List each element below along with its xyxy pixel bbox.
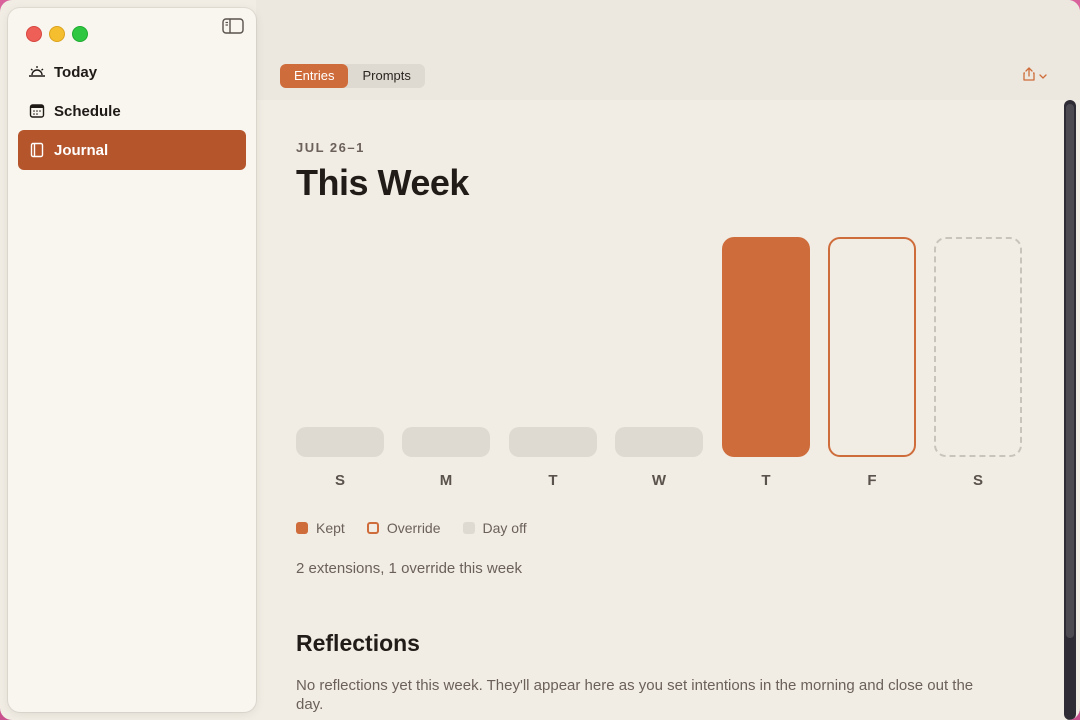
calendar-icon (28, 102, 46, 120)
reflections-empty-text: No reflections yet this week. They'll ap… (296, 677, 974, 713)
sunrise-icon (28, 63, 46, 81)
close-window-button[interactable] (26, 26, 42, 42)
reflections-heading: Reflections (296, 630, 420, 656)
sidebar-item-journal[interactable]: Journal (18, 130, 246, 170)
day-label: T (761, 472, 771, 489)
day-label: S (334, 472, 345, 489)
zoom-window-button[interactable] (72, 26, 88, 42)
week-summary: 2 extensions, 1 override this week (296, 560, 522, 577)
day-bar-none[interactable] (615, 427, 703, 457)
legend-item-dayoff: Day off (462, 520, 527, 536)
chevron-down-icon (1039, 67, 1047, 85)
sidebar-item-today[interactable]: Today (18, 52, 246, 92)
book-icon (28, 141, 46, 159)
minimize-window-button[interactable] (49, 26, 65, 42)
sidebar-toggle-icon[interactable] (222, 18, 244, 34)
sidebar-item-label: Today (54, 63, 98, 81)
legend-label: Day off (482, 520, 527, 536)
day-bar-none[interactable] (296, 427, 384, 457)
day-label: S (972, 472, 983, 489)
legend: Kept Override Day off (296, 520, 549, 536)
day-bar-none[interactable] (402, 427, 490, 457)
day-bar-override[interactable] (828, 237, 916, 457)
scrollbar-thumb[interactable] (1066, 104, 1074, 638)
day-bar-none[interactable] (509, 427, 597, 457)
sidebar-item-label: Schedule (54, 102, 121, 120)
day-bar-kept[interactable] (722, 237, 810, 457)
day-label: M (439, 472, 453, 489)
legend-item-kept: Kept (296, 520, 345, 536)
day-label: T (548, 472, 558, 489)
day-label: W (651, 472, 667, 489)
day-bar-dayoff[interactable] (934, 237, 1022, 457)
view-segmented-control: Entries Prompts (280, 64, 425, 88)
legend-item-override: Override (366, 520, 441, 536)
day-label: F (867, 472, 877, 489)
share-icon (1022, 66, 1036, 86)
scrollbar[interactable] (1062, 100, 1080, 720)
legend-label: Kept (316, 520, 345, 536)
page-title: This Week (296, 162, 469, 203)
legend-label: Override (386, 520, 441, 536)
app-window: Entries Prompts JUL 26–1 This Week S M T W T… (0, 0, 1080, 720)
tab-entries[interactable]: Entries (280, 64, 349, 88)
share-button[interactable] (1022, 66, 1052, 86)
sidebar-item-schedule[interactable]: Schedule (18, 91, 246, 131)
legend-swatch-override (366, 522, 379, 534)
tab-prompts[interactable]: Prompts (348, 64, 424, 88)
legend-swatch-dayoff (462, 522, 475, 534)
sidebar-item-label: Journal (54, 141, 109, 159)
week-range: JUL 26–1 (296, 140, 365, 155)
journal-content[interactable]: JUL 26–1 This Week S M T W T F S Kept Override… (256, 100, 1062, 720)
legend-swatch-kept (296, 522, 308, 534)
sidebar: Today Schedule Journal (8, 8, 256, 712)
